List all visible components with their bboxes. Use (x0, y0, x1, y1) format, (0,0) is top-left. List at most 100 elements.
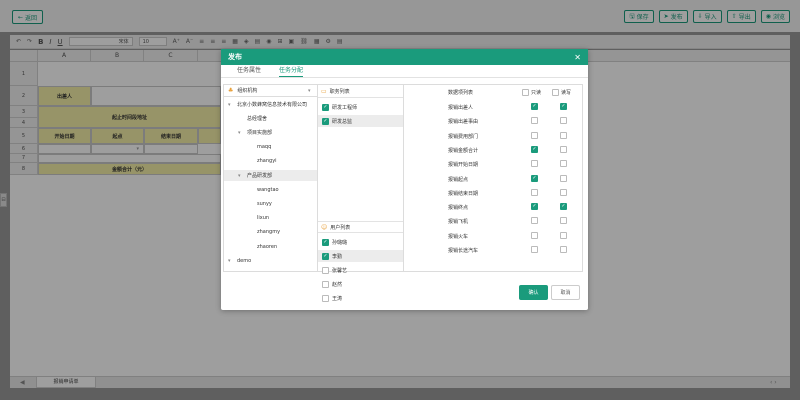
read-only-checkbox[interactable] (531, 188, 538, 196)
read-only-checkbox[interactable]: ✓ (531, 145, 538, 153)
tree-node[interactable]: zhaoren (224, 241, 318, 252)
roles-users-panel: ▭ 职务列表 ✓ 研发工程师 ✓ 研发总监 ☺ 用户列表 ✓ 孙璐璐 ✓ 李勤 张馨艺 赵然 王涛 (317, 84, 404, 302)
tree-node[interactable]: ▾ demo (224, 255, 318, 266)
tree-node-label: zhangmy (257, 229, 281, 236)
data-item-row: 报销出差事由 (404, 114, 582, 128)
org-panel: ♣ 组织机构 ▾ ▾ 北京小数蜂窝信息技术有限公司总经理舍 ▾ 项目实施部 maqq zh… (223, 84, 319, 272)
checkbox[interactable]: ✓ (322, 252, 329, 260)
dialog-tabs: 任务属性 任务分配 (221, 65, 588, 78)
tree-node-label: 总经理舍 (247, 116, 268, 123)
tree-node-label: wangtao (257, 186, 279, 193)
tree-node-label: sunyy (257, 200, 272, 207)
read-only-checkbox[interactable] (531, 117, 538, 125)
data-item-label: 报销飞机 (448, 219, 469, 226)
chevron-down-icon: ▾ (308, 87, 311, 94)
data-item-row: 报销长途汽车 (404, 243, 582, 257)
read-write-checkbox[interactable] (560, 131, 567, 139)
caret-icon[interactable]: ▾ (238, 130, 244, 136)
data-items-header: 数据项列表 只读 读写 (404, 85, 582, 99)
checkbox[interactable]: ✓ (322, 238, 329, 246)
read-only-checkbox[interactable]: ✓ (531, 203, 538, 211)
confirm-button[interactable]: 确认 (519, 285, 548, 300)
caret-icon[interactable]: ▾ (228, 102, 234, 108)
checkbox[interactable]: ✓ (322, 103, 329, 111)
list-item[interactable]: ✓ 李勤 (318, 250, 403, 262)
read-write-checkbox[interactable] (560, 188, 567, 196)
read-only-all-checkbox[interactable] (522, 88, 529, 96)
tree-node[interactable]: maqq (224, 142, 318, 153)
tab-task-properties[interactable]: 任务属性 (237, 65, 261, 77)
read-only-checkbox[interactable]: ✓ (531, 103, 538, 110)
publish-dialog: 发布 ✕ 任务属性 任务分配 ♣ 组织机构 ▾ ▾ 北京小数蜂窝信息技术有限公司总… (221, 49, 588, 310)
list-item[interactable]: 张馨艺 (318, 264, 403, 276)
read-only-checkbox[interactable] (531, 217, 538, 225)
caret-icon[interactable]: ▾ (228, 258, 234, 264)
data-item-label: 报销金额合计 (448, 147, 479, 154)
user-icon: ☺ (321, 223, 328, 231)
tree-node[interactable]: ▾ 项目实施部 (224, 127, 318, 138)
read-write-header[interactable]: 读写 (552, 88, 572, 96)
list-item[interactable]: ✓ 研发总监 (318, 115, 403, 127)
dialog-title: 发布 (228, 53, 242, 61)
data-item-label: 报销火车 (448, 233, 469, 240)
org-selector[interactable]: ♣ 组织机构 ▾ (224, 85, 318, 97)
data-item-label: 报销结束日期 (448, 190, 479, 197)
read-only-header[interactable]: 只读 (522, 88, 542, 96)
list-item-label: 王涛 (332, 295, 343, 302)
read-write-checkbox[interactable] (560, 174, 567, 182)
checkbox[interactable]: ✓ (322, 117, 329, 125)
read-write-checkbox[interactable] (560, 160, 567, 168)
data-item-label: 报销长途汽车 (448, 248, 479, 254)
read-write-checkbox[interactable] (560, 231, 567, 239)
data-item-label: 报销起点 (448, 176, 469, 183)
read-write-checkbox[interactable] (560, 145, 567, 153)
tree-node-label: maqq (257, 144, 272, 151)
read-write-checkbox[interactable] (560, 217, 567, 225)
read-write-checkbox[interactable]: ✓ (560, 203, 567, 211)
tree-node[interactable]: zhangmy (224, 227, 318, 238)
read-write-checkbox[interactable]: ✓ (560, 103, 567, 110)
data-item-row: 报销费用部门 (404, 129, 582, 143)
tree-node[interactable]: ▾ 产品研发部 (224, 170, 318, 181)
data-item-label: 报销出差人 (448, 105, 474, 111)
read-write-checkbox[interactable] (560, 117, 567, 125)
read-write-label: 读写 (561, 89, 572, 96)
read-write-all-checkbox[interactable] (552, 88, 559, 96)
data-item-row: 报销出差人 ✓ ✓ (404, 100, 582, 114)
tab-task-assignment[interactable]: 任务分配 (279, 65, 304, 77)
tree-node-label: zhaoren (257, 243, 278, 250)
tree-node-label: lixun (257, 215, 270, 222)
tree-node[interactable]: sunyy (224, 198, 318, 209)
checkbox[interactable] (322, 294, 329, 302)
data-item-row: 报销飞机 (404, 214, 582, 228)
read-write-checkbox[interactable] (560, 246, 567, 253)
cancel-button[interactable]: 取消 (551, 285, 580, 300)
list-item-label: 研发工程师 (332, 104, 358, 111)
read-only-checkbox[interactable] (531, 231, 538, 239)
read-only-checkbox[interactable] (531, 160, 538, 168)
tree-node-label: zhangyi (257, 158, 277, 165)
data-item-row: 报销开始日期 (404, 157, 582, 171)
roles-title: 职务列表 (329, 89, 350, 95)
checkbox[interactable] (322, 266, 329, 274)
list-item[interactable]: ✓ 孙璐璐 (318, 236, 403, 248)
caret-icon[interactable]: ▾ (238, 173, 244, 179)
close-icon[interactable]: ✕ (574, 53, 581, 62)
data-items-title: 数据项列表 (448, 89, 474, 96)
tree-node[interactable]: 总经理舍 (224, 113, 318, 124)
checkbox[interactable] (322, 280, 329, 288)
tree-node[interactable]: ▾ 北京小数蜂窝信息技术有限公司 (224, 99, 318, 110)
list-item[interactable]: 王涛 (318, 292, 403, 304)
read-only-checkbox[interactable] (531, 246, 538, 253)
tree-node[interactable]: lixun (224, 213, 318, 224)
read-only-checkbox[interactable]: ✓ (531, 174, 538, 182)
read-only-checkbox[interactable] (531, 131, 538, 139)
tree-node[interactable]: wangtao (224, 184, 318, 195)
list-item[interactable]: 赵然 (318, 278, 403, 290)
read-only-label: 只读 (531, 89, 542, 96)
list-item-label: 赵然 (332, 281, 343, 288)
tree-node[interactable]: zhangyi (224, 156, 318, 167)
list-item[interactable]: ✓ 研发工程师 (318, 101, 403, 113)
data-item-label: 报销出差事由 (448, 119, 479, 126)
data-item-row: 报销起点 ✓ (404, 172, 582, 186)
